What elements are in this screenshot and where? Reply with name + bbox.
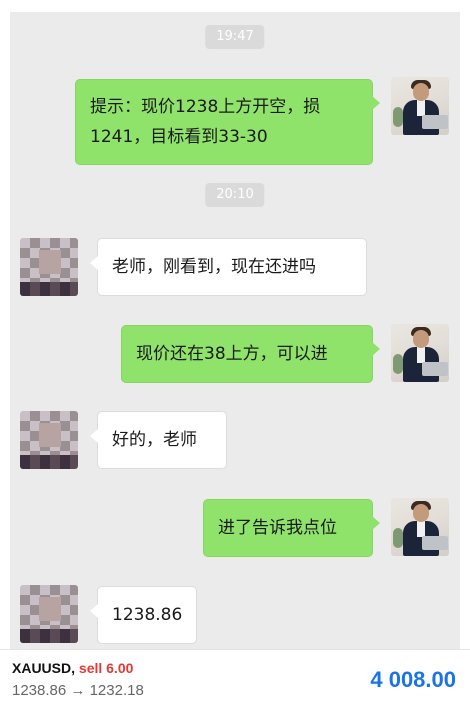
student-avatar[interactable] (20, 585, 78, 643)
message-bubble-received[interactable]: 老师，刚看到，现在还进吗 (90, 238, 367, 296)
message-bubble-received[interactable]: 好的，老师 (90, 411, 227, 469)
trade-summary[interactable]: XAUUSD, sell 6.00 1238.86 → 1232.18 4 00… (0, 649, 470, 712)
trade-profit: 4 008.00 (370, 667, 456, 692)
student-avatar[interactable] (20, 238, 78, 296)
trade-prices: 1238.86 → 1232.18 (12, 682, 144, 699)
timestamp: 20:10 (205, 183, 265, 207)
message-line: 提示：现价1238上方开空，损 (90, 97, 321, 117)
message-bubble-sent[interactable]: 进了告诉我点位 (203, 499, 380, 557)
teacher-avatar[interactable] (391, 77, 449, 135)
message-line: 1241，目标看到33-30 (90, 127, 268, 147)
student-avatar[interactable] (20, 411, 78, 469)
message-bubble-received[interactable]: 1238.86 (90, 586, 197, 644)
open-price: 1238.86 (12, 682, 67, 699)
trade-symbol: XAUUSD, (12, 660, 76, 676)
teacher-avatar[interactable] (391, 498, 449, 556)
trade-symbol-line: XAUUSD, sell 6.00 (12, 660, 133, 676)
teacher-avatar[interactable] (391, 324, 449, 382)
trade-action: sell 6.00 (78, 660, 134, 676)
timestamp: 19:47 (205, 25, 265, 49)
message-bubble-sent[interactable]: 现价还在38上方，可以进 (121, 325, 380, 383)
close-price: 1232.18 (89, 682, 144, 699)
arrow-icon: → (70, 682, 86, 699)
message-bubble-sent[interactable]: 提示：现价1238上方开空，损 1241，目标看到33-30 (75, 79, 380, 165)
chat-area[interactable]: 19:47 提示：现价1238上方开空，损 1241，目标看到33-30 20:… (10, 12, 460, 649)
